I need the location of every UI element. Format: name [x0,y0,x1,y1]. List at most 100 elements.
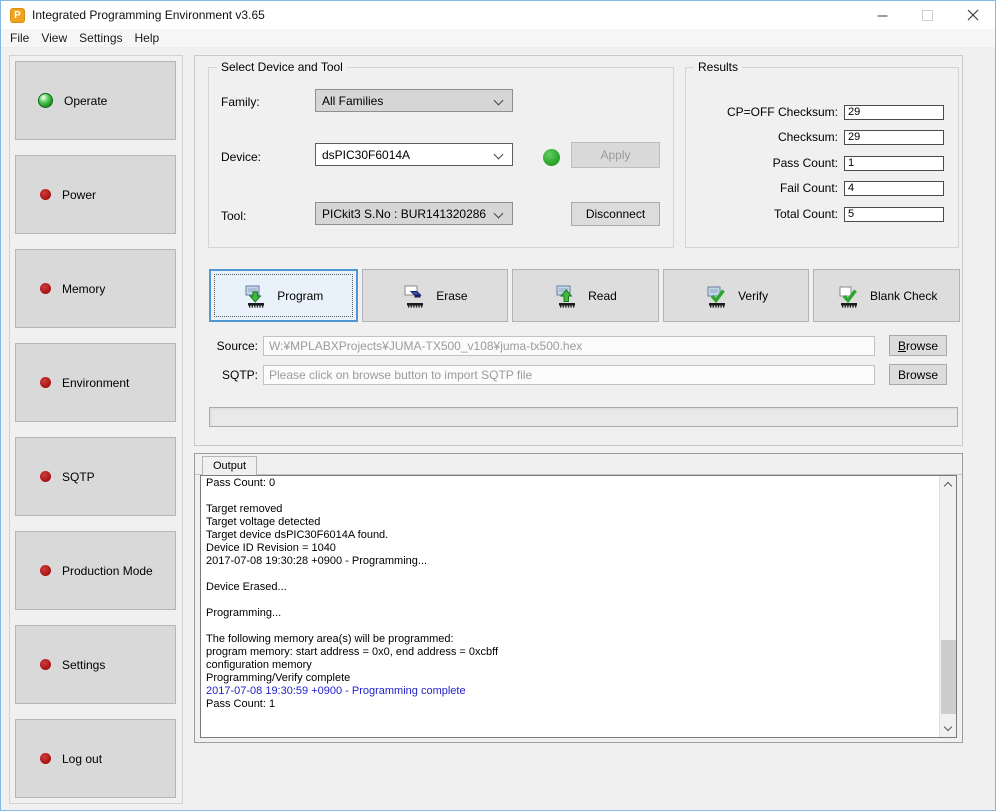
blank-check-label: Blank Check [869,288,938,303]
sidebar-item-label: Environment [62,375,130,390]
sidebar-item-label: Operate [64,93,108,108]
scroll-up-button[interactable] [940,476,956,493]
total-count-field: 5 [844,206,944,222]
device-value: dsPIC30F6014A [322,147,411,162]
sidebar-item-label: Power [62,187,97,202]
apply-button[interactable]: Apply [571,142,660,168]
status-led-icon [40,377,51,388]
sidebar-item-operate[interactable]: Operate [15,61,176,140]
device-select[interactable]: dsPIC30F6014A [315,143,513,166]
sidebar-item-production-mode[interactable]: Production Mode [15,531,176,610]
main-panel: Select Device and Tool Family: All Famil… [194,55,963,446]
minimize-button[interactable] [860,1,905,29]
chevron-down-icon [493,95,504,106]
status-led-icon [40,283,51,294]
sqtp-field[interactable]: Please click on browse button to import … [263,364,875,385]
source-browse-button[interactable]: Browse [889,335,947,356]
log-line: Target device dsPIC30F6014A found. [206,529,389,541]
sqtp-label: SQTP: [221,367,258,382]
sidebar-item-memory[interactable]: Memory [15,249,176,328]
log-line: 2017-07-08 19:30:28 +0900 - Programming.… [206,555,428,567]
scroll-down-button[interactable] [940,720,956,737]
verify-button[interactable]: Verify [662,269,810,322]
sidebar-item-label: Production Mode [62,563,153,578]
log-line: Programming... [206,607,282,619]
sidebar-item-label: SQTP [62,469,95,484]
apply-label: Apply [600,148,631,162]
chevron-down-icon [943,722,953,732]
progress-bar [209,407,958,427]
menu-file[interactable]: File [4,30,35,46]
program-label: Program [277,288,324,303]
result-label: Checksum: [777,130,838,144]
status-led-icon [38,93,53,108]
close-icon [967,9,978,21]
output-panel: Output Pass Count: 0 Target removed Targ… [194,453,963,743]
result-label: Total Count: [773,207,838,221]
erase-label: Erase [436,288,468,303]
status-led-icon [40,659,51,670]
blank-check-button[interactable]: Blank Check [813,269,960,322]
disconnect-label: Disconnect [585,207,646,221]
log-line: configuration memory [206,659,312,671]
app-logo-icon: P [10,7,25,23]
tool-value: PICkit3 S.No : BUR141320286 [322,206,487,221]
log-line: Target voltage detected [206,516,321,528]
scrollbar-thumb[interactable] [941,640,956,714]
sidebar-item-power[interactable]: Power [15,155,176,234]
result-row: Fail Count: 4 [696,180,944,196]
output-log-lines: Pass Count: 0 Target removed Target volt… [201,477,939,711]
maximize-button[interactable] [905,1,950,29]
menu-settings[interactable]: Settings [73,30,128,46]
disconnect-button[interactable]: Disconnect [571,202,660,226]
source-field[interactable]: W:¥MPLABXProjects¥JUMA-TX500_v108¥juma-t… [263,335,875,356]
source-row: Source: W:¥MPLABXProjects¥JUMA-TX500_v10… [209,335,947,356]
maximize-icon [922,9,933,21]
status-led-icon [40,189,51,200]
sidebar-item-settings[interactable]: Settings [15,625,176,704]
read-icon [556,285,576,308]
program-icon [245,285,265,308]
family-select[interactable]: All Families [315,89,513,112]
menu-help[interactable]: Help [129,30,166,46]
vertical-scrollbar[interactable] [939,476,956,737]
tool-label: Tool: [221,209,247,223]
erase-button[interactable]: Erase [361,269,509,322]
menu-view[interactable]: View [35,30,73,46]
result-row: Checksum: 29 [696,129,944,145]
menubar: File View Settings Help [1,29,995,48]
tab-output[interactable]: Output [202,456,258,475]
minimize-icon [877,15,888,16]
titlebar: P Integrated Programming Environment v3.… [1,1,995,29]
sidebar-item-sqtp[interactable]: SQTP [15,437,176,516]
group-title: Results [694,60,743,74]
result-row: Total Count: 5 [696,206,944,222]
sidebar-item-log-out[interactable]: Log out [15,719,176,798]
pass-count-field: 1 [844,155,944,171]
read-label: Read [588,288,617,303]
erase-icon [404,285,424,308]
result-row: CP=OFF Checksum: 29 [696,104,944,120]
close-button[interactable] [950,1,995,29]
log-line: Pass Count: 0 [206,477,276,489]
sidebar: Operate Power Memory Environment SQTP Pr… [9,55,183,804]
log-line: Device Erased... [206,581,287,593]
family-value: All Families [322,93,384,108]
select-device-tool-group: Select Device and Tool Family: All Famil… [208,60,674,248]
log-line: Pass Count: 1 [206,698,276,710]
status-led-icon [40,471,51,482]
window-title: Integrated Programming Environment v3.65 [32,8,265,22]
result-label: Pass Count: [772,156,838,170]
tab-output-label: Output [213,460,247,472]
chevron-down-icon [493,208,504,219]
device-label: Device: [221,150,262,164]
program-button[interactable]: Program [209,269,358,322]
read-button[interactable]: Read [512,269,659,322]
tool-select[interactable]: PICkit3 S.No : BUR141320286 [315,202,513,225]
sidebar-item-environment[interactable]: Environment [15,343,176,422]
sqtp-browse-button[interactable]: Browse [889,364,947,385]
results-group: Results CP=OFF Checksum: 29 Checksum: 29… [685,60,959,248]
